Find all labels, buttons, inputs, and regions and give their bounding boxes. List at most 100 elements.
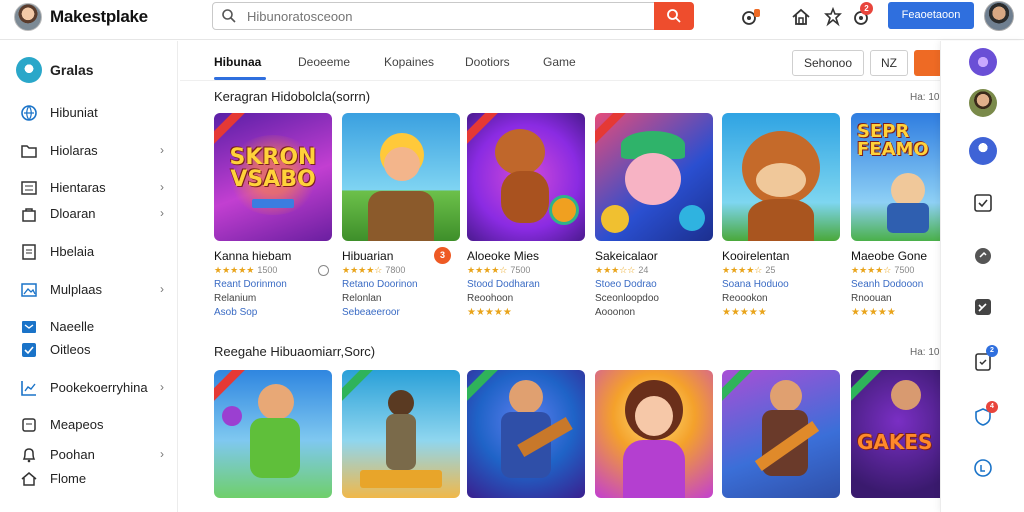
primary-action-button[interactable]: Feaoetaoon	[888, 2, 974, 29]
game-thumbnail	[467, 370, 585, 498]
game-rating: ★★★☆☆ 24	[595, 265, 648, 276]
bag-icon	[22, 208, 36, 222]
game-card[interactable]: SEPR FEAMO Maeobe Gone ★★★★☆ 7500 Seanh D…	[851, 113, 940, 323]
rating-stars: ★★★★☆	[722, 265, 763, 275]
section-more-link[interactable]: Ha: 10	[910, 92, 939, 103]
search-button[interactable]	[654, 2, 694, 30]
game-thumbnail	[342, 113, 460, 241]
user-avatar-icon[interactable]	[969, 89, 997, 117]
notification-badge: 2	[860, 2, 873, 15]
game-developer[interactable]: Retano Doorinon	[342, 279, 418, 290]
game-thumbnail	[595, 370, 713, 498]
game-category: Reoookon	[722, 293, 768, 304]
ribbon	[214, 370, 247, 403]
user-avatar[interactable]	[984, 1, 1014, 31]
chat-icon[interactable]	[972, 245, 994, 267]
search-input[interactable]	[247, 6, 647, 26]
sidebar-item-label: Hientaras	[50, 180, 106, 195]
sidebar-item-label: Naeelle	[50, 319, 95, 334]
notifications-icon[interactable]	[740, 6, 762, 28]
game-rating: ★★★★☆ 7500	[851, 265, 914, 276]
sidebar-item-10[interactable]: Meapeos	[20, 414, 170, 436]
sidebar-item-8[interactable]: Oitleos	[20, 339, 170, 361]
globe-icon	[21, 105, 37, 121]
profile-name: Gralas	[50, 62, 94, 78]
game-title: Kanna hiebam	[214, 249, 292, 263]
music-avatar-icon[interactable]	[969, 48, 997, 76]
document-icon	[22, 244, 36, 260]
sidebar-item-3[interactable]: Hientaras ›	[20, 177, 170, 199]
tab-game[interactable]: Game	[543, 55, 576, 69]
sidebar-item-1[interactable]: Hibuniat	[20, 102, 170, 124]
section-title: Reegahe Hibuaomiarr,Sorc)	[214, 344, 376, 359]
game-price: Asob Sop	[214, 307, 258, 318]
person-icon[interactable]	[969, 137, 997, 165]
edit-icon[interactable]	[972, 296, 994, 318]
clock-icon	[318, 265, 329, 276]
ribbon	[851, 370, 884, 403]
game-rating: ★★★★☆ 25	[722, 265, 775, 276]
copy-icon	[22, 418, 36, 432]
clipboard-badge: 2	[986, 345, 998, 357]
nz-button[interactable]: NZ	[870, 50, 908, 76]
sidebar-item-7[interactable]: Naeelle	[20, 316, 170, 338]
rating-count: 1500	[257, 265, 278, 275]
thumbnail-title: GAKES	[857, 430, 933, 454]
game-developer[interactable]: Stood Dodharan	[467, 279, 540, 290]
tab-deoeeme[interactable]: Deoeeme	[298, 55, 350, 69]
rating-stars: ★★★★★	[214, 265, 255, 275]
game-thumbnail: GAKES	[851, 370, 940, 498]
filter-button[interactable]: Sehonoo	[792, 50, 864, 76]
home-icon	[21, 472, 37, 486]
sidebar-item-11[interactable]: Poohan ›	[20, 444, 170, 466]
game-title: Maeobe Gone	[851, 249, 928, 263]
chevron-right-icon: ›	[160, 282, 164, 296]
rating-count: 7800	[385, 265, 406, 275]
search-bar[interactable]	[212, 2, 694, 30]
home-icon[interactable]	[790, 6, 812, 28]
sidebar-item-5[interactable]: Hbelaia	[20, 241, 170, 263]
rating-count: 7500	[510, 265, 531, 275]
game-developer[interactable]: Soana Hoduoo	[722, 279, 789, 290]
puzzle-icon[interactable]	[822, 6, 844, 28]
rating-count: 7500	[894, 265, 915, 275]
ribbon	[214, 113, 247, 146]
check-icon	[22, 343, 36, 357]
orange-action-button[interactable]	[914, 50, 940, 76]
section-title: Keragran Hidobolcla(sorrn)	[214, 89, 371, 104]
sidebar-item-6[interactable]: Mulplaas ›	[20, 279, 170, 301]
checkbox-icon[interactable]	[972, 192, 994, 214]
sidebar-item-label: Meapeos	[50, 417, 104, 432]
top-bar: Makestplake 2 Feaoetaoon	[0, 0, 1024, 40]
game-thumbnail: SEPR FEAMO	[851, 113, 940, 241]
thumbnail-title: SKRON VSABO	[229, 145, 317, 192]
logo-avatar[interactable]	[14, 3, 42, 31]
section-more-link[interactable]: Ha: 10	[910, 347, 939, 358]
thumbnail-title: SEPR FEAMO	[857, 121, 929, 160]
game-category: Rnoouan	[851, 293, 892, 304]
game-title: Kooirelentan	[722, 249, 790, 263]
chevron-right-icon: ›	[160, 143, 164, 157]
game-category: Reoohoon	[467, 293, 514, 304]
game-card[interactable]: GAKES	[851, 370, 940, 512]
tab-kopaines[interactable]: Kopaines	[384, 55, 434, 69]
game-developer[interactable]: Stoeo Dodrao	[595, 279, 657, 290]
sidebar-item-label: Poohan	[50, 447, 95, 462]
notification-badge: 3	[434, 247, 451, 264]
search-icon	[667, 9, 681, 23]
sidebar-item-4[interactable]: Dloaran ›	[20, 203, 170, 225]
bell-icon	[22, 448, 36, 463]
sidebar-item-12[interactable]: Flome	[20, 468, 170, 490]
sidebar-item-2[interactable]: Hiolaras ›	[20, 140, 170, 162]
game-developer[interactable]: Reant Dorinmon	[214, 279, 287, 290]
chevron-right-icon: ›	[160, 380, 164, 394]
tab-dootiors[interactable]: Dootiors	[465, 55, 510, 69]
game-developer[interactable]: Seanh Dodooon	[851, 279, 923, 290]
sidebar-item-label: Flome	[50, 471, 87, 486]
info-icon[interactable]	[972, 457, 994, 479]
tab-hibunaa[interactable]: Hibunaa	[214, 55, 261, 69]
sidebar-item-9[interactable]: Pookekoerryhina ›	[20, 377, 170, 399]
chevron-right-icon: ›	[160, 180, 164, 194]
sidebar-item-label: Hbelaia	[50, 244, 95, 259]
chevron-right-icon: ›	[160, 447, 164, 461]
